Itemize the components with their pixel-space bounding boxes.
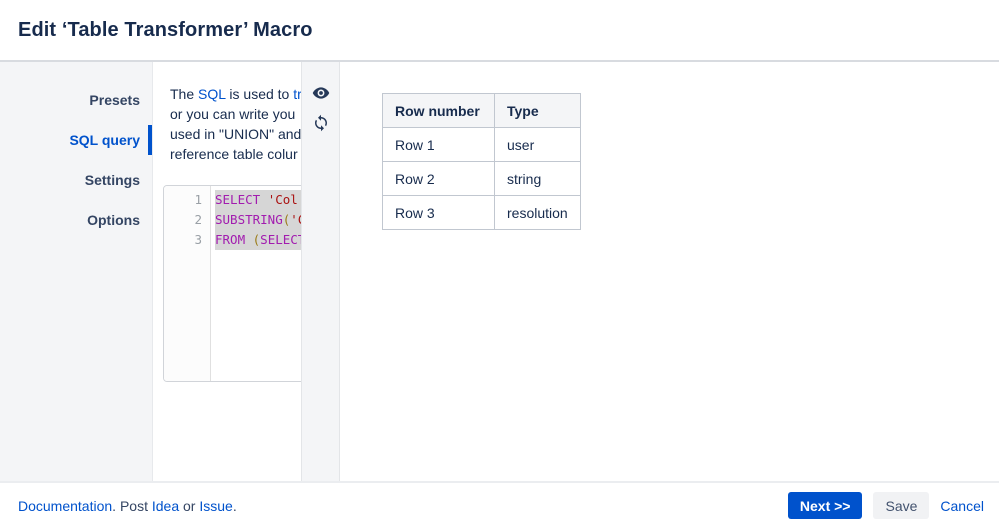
preview-table-header-row: Row number Type [382, 93, 581, 128]
code-token-string: 'Col [267, 192, 298, 207]
table-cell: Row 3 [382, 195, 495, 230]
preview-panel: Row number Type Row 1 user Row 2 string Row 3… [340, 62, 999, 481]
description-line: or you can write you [170, 104, 301, 124]
refresh-icon[interactable] [312, 114, 330, 132]
code-token-keyword: SUBSTRING [215, 212, 283, 227]
sql-query-panel: The SQL is used to tr or you can write yo… [153, 62, 301, 481]
column-header: Row number [382, 93, 495, 128]
sidebar-item-label: Settings [84, 172, 140, 188]
description-text: used in "UNION" and [170, 126, 301, 142]
table-cell: resolution [494, 195, 581, 230]
preview-eye-icon[interactable] [312, 84, 330, 102]
sql-description: The SQL is used to tr or you can write yo… [170, 84, 301, 164]
table-cell: Row 1 [382, 127, 495, 162]
dialog-footer: Documentation. Post Idea or Issue. Next … [0, 481, 999, 528]
description-text: reference table colur [170, 146, 298, 162]
footer-link-documentation[interactable]: Documentation [18, 498, 112, 514]
sql-code-editor[interactable]: 123 SELECT 'ColSUBSTRING('CFROM (SELECT [163, 185, 301, 382]
editor-code-area[interactable]: SELECT 'ColSUBSTRING('CFROM (SELECT [211, 186, 301, 381]
editor-gutter: 1 2 3 [164, 186, 211, 381]
preview-table: Row number Type Row 1 user Row 2 string Row 3… [382, 93, 581, 230]
sidebar-item-label: Presets [89, 92, 140, 108]
code-token-keyword: SELECT [260, 232, 301, 247]
selected-text: SUBSTRING('C [215, 210, 301, 230]
table-row: Row 2 string [382, 161, 581, 196]
description-link[interactable]: SQL [198, 86, 226, 102]
selected-text: SELECT 'Col [215, 190, 301, 210]
code-token-keyword: SELECT [215, 192, 268, 207]
description-line: The SQL is used to tr [170, 84, 301, 104]
dialog-header: Edit ‘Table Transformer’ Macro [0, 0, 999, 62]
code-line: FROM (SELECT [215, 230, 301, 250]
line-number: 1 [194, 192, 202, 207]
table-cell: string [494, 161, 581, 196]
footer-link-issue[interactable]: Issue [199, 498, 232, 514]
description-line: used in "UNION" and [170, 124, 301, 144]
sidebar-item-sql-query[interactable]: SQL query [0, 120, 152, 160]
description-text: is used to [225, 86, 294, 102]
selected-text: FROM (SELECT [215, 230, 301, 250]
active-tab-indicator [148, 125, 152, 155]
sidebar-item-settings[interactable]: Settings [0, 160, 152, 200]
table-cell: user [494, 127, 581, 162]
cancel-link[interactable]: Cancel [940, 498, 984, 514]
footer-actions: Next >> Save Cancel [787, 492, 984, 519]
next-button[interactable]: Next >> [787, 492, 863, 519]
footer-text: . [232, 497, 237, 514]
page-title: Edit ‘Table Transformer’ Macro [18, 18, 313, 41]
footer-text: . Post [112, 497, 152, 514]
code-line: SELECT 'Col [215, 190, 301, 210]
table-row: Row 1 user [382, 127, 581, 162]
footer-text: or [179, 497, 200, 514]
save-button[interactable]: Save [873, 492, 930, 519]
sidebar-item-presets[interactable]: Presets [0, 80, 152, 120]
footer-links: Documentation. Post Idea or Issue. [18, 498, 237, 514]
code-token-keyword: FROM [215, 232, 253, 247]
description-line: reference table colur [170, 144, 301, 164]
code-line: SUBSTRING('C [215, 210, 301, 230]
sidebar-item-label: SQL query [69, 132, 140, 148]
line-number: 2 [194, 212, 202, 227]
description-link[interactable]: tr [293, 86, 301, 102]
preview-table-body: Row 1 user Row 2 string Row 3 resolution [382, 127, 581, 230]
footer-link-idea[interactable]: Idea [152, 498, 179, 514]
description-text: The [170, 86, 199, 102]
dialog-body: Presets SQL query Settings Options The SQL … [0, 62, 999, 481]
description-text: or you can write you [170, 106, 296, 122]
line-number: 3 [194, 232, 202, 247]
column-header: Type [494, 93, 581, 128]
panel-toolbar [301, 62, 340, 481]
sidebar-item-options[interactable]: Options [0, 200, 152, 240]
table-cell: Row 2 [382, 161, 495, 196]
sidebar-item-label: Options [87, 212, 140, 228]
table-row: Row 3 resolution [382, 195, 581, 230]
sidebar-nav: Presets SQL query Settings Options [0, 62, 153, 481]
code-token-string: 'C [290, 212, 301, 227]
